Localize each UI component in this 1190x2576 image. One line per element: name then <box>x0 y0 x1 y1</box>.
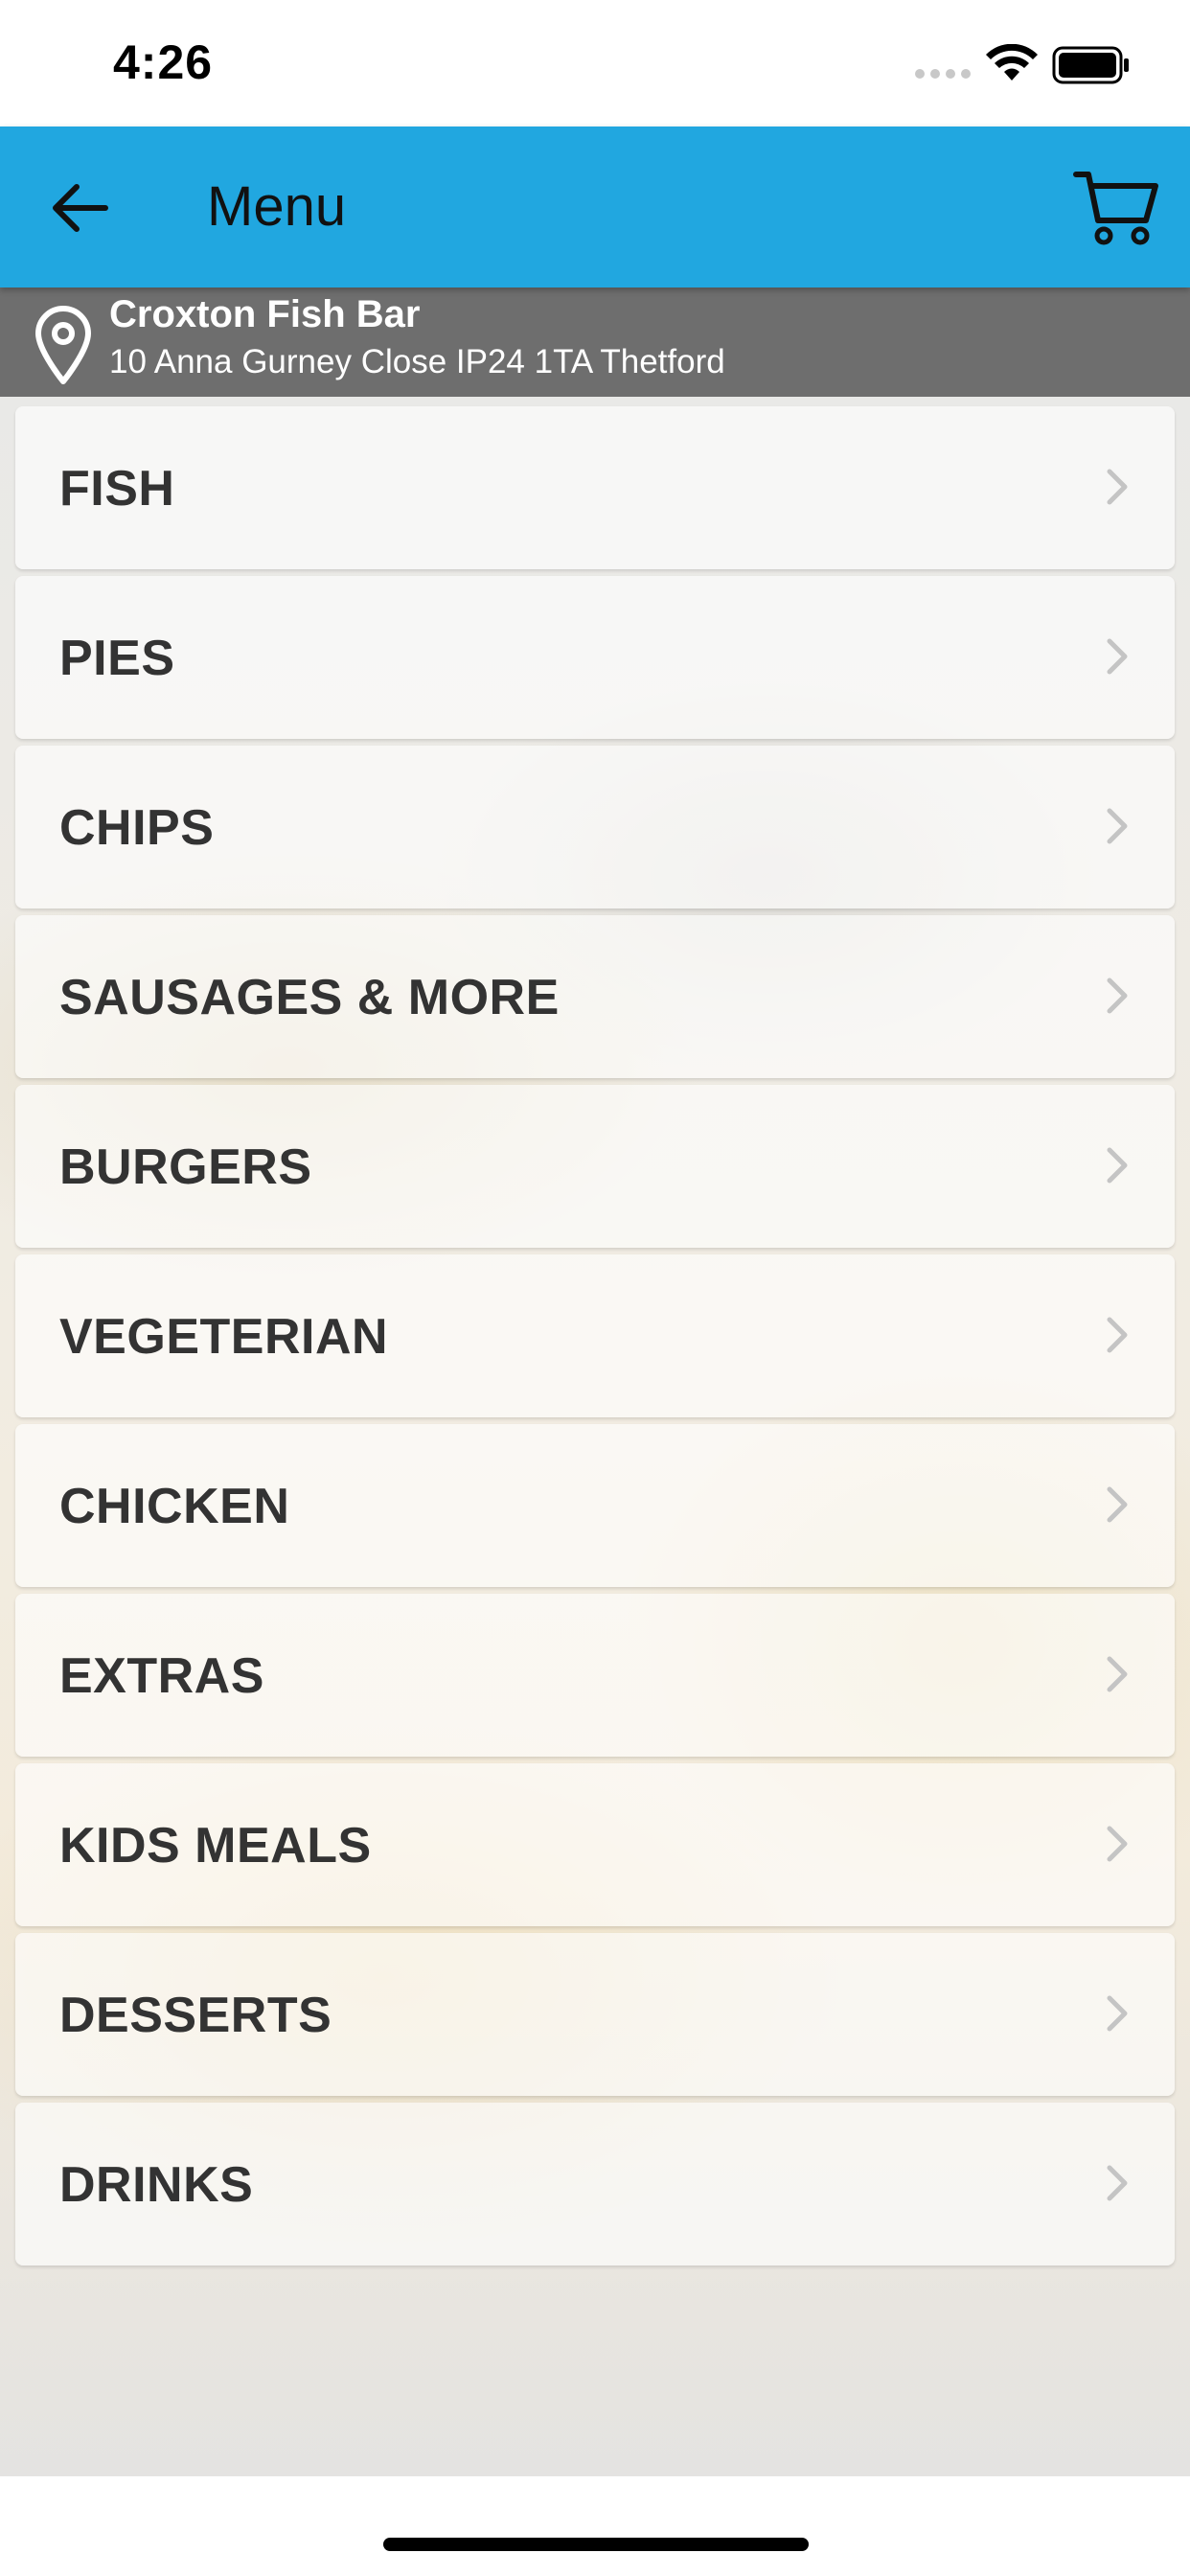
category-item-desserts[interactable]: DESSERTS <box>15 1933 1175 2096</box>
chevron-right-icon <box>1107 978 1128 1014</box>
category-item-drinks[interactable]: DRINKS <box>15 2103 1175 2266</box>
category-item-extras[interactable]: EXTRAS <box>15 1594 1175 1757</box>
back-button[interactable] <box>48 174 115 242</box>
chevron-right-icon <box>1107 1656 1128 1692</box>
category-label: EXTRAS <box>59 1648 264 1704</box>
restaurant-name: Croxton Fish Bar <box>109 293 421 335</box>
chevron-right-icon <box>1107 1317 1128 1353</box>
category-label: CHIPS <box>59 800 215 856</box>
category-item-kids-meals[interactable]: KIDS MEALS <box>15 1763 1175 1926</box>
chevron-right-icon <box>1107 638 1128 675</box>
location-bar: Croxton Fish Bar 10 Anna Gurney Close IP… <box>0 288 1190 397</box>
category-label: VEGETERIAN <box>59 1309 389 1365</box>
category-item-vegeterian[interactable]: VEGETERIAN <box>15 1254 1175 1417</box>
chevron-right-icon <box>1107 469 1128 505</box>
category-item-chips[interactable]: CHIPS <box>15 746 1175 908</box>
category-label: DESSERTS <box>59 1988 332 2043</box>
chevron-right-icon <box>1107 1826 1128 1862</box>
chevron-right-icon <box>1107 1147 1128 1184</box>
chevron-right-icon <box>1107 1995 1128 2032</box>
category-item-fish[interactable]: FISH <box>15 406 1175 569</box>
category-label: SAUSAGES & MORE <box>59 970 560 1025</box>
arrow-left-icon <box>53 184 108 232</box>
wifi-icon <box>986 44 1038 80</box>
chevron-right-icon <box>1107 2165 1128 2201</box>
cart-button[interactable] <box>1073 167 1159 247</box>
category-label: FISH <box>59 461 175 517</box>
category-label: CHICKEN <box>59 1479 290 1534</box>
home-indicator-area <box>0 2476 1190 2576</box>
shopping-cart-icon <box>1073 172 1158 245</box>
category-item-chicken[interactable]: CHICKEN <box>15 1424 1175 1587</box>
category-item-sausages-and-more[interactable]: SAUSAGES & MORE <box>15 915 1175 1078</box>
home-indicator[interactable] <box>383 2538 809 2551</box>
chevron-right-icon <box>1107 808 1128 844</box>
category-item-pies[interactable]: PIES <box>15 576 1175 739</box>
status-time: 4:26 <box>113 35 214 89</box>
battery-icon <box>1052 46 1129 84</box>
category-label: DRINKS <box>59 2157 254 2213</box>
status-bar: 4:26 <box>0 0 1190 126</box>
category-label: PIES <box>59 631 175 686</box>
restaurant-address: 10 Anna Gurney Close IP24 1TA Thetford <box>109 343 725 380</box>
category-label: KIDS MEALS <box>59 1818 372 1874</box>
chevron-right-icon <box>1107 1486 1128 1523</box>
map-pin-icon <box>35 306 91 384</box>
page-title: Menu <box>207 175 347 238</box>
cellular-signal-icon <box>915 69 971 79</box>
app-bar: Menu <box>0 126 1190 288</box>
category-list: FISH PIES CHIPS SAUSAGES & MORE BURGERS … <box>15 406 1175 2272</box>
category-list-area[interactable]: FISH PIES CHIPS SAUSAGES & MORE BURGERS … <box>0 397 1190 2476</box>
category-item-burgers[interactable]: BURGERS <box>15 1085 1175 1248</box>
category-label: BURGERS <box>59 1139 312 1195</box>
